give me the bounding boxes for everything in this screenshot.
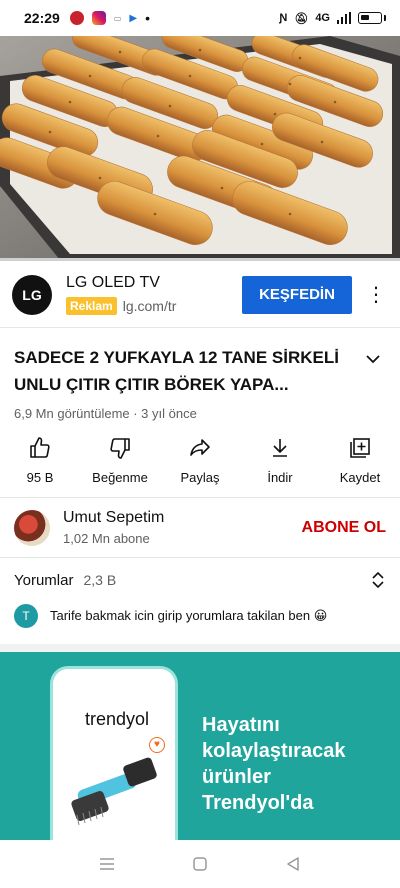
- pinterest-icon: [69, 11, 84, 25]
- ad-advertiser-name: LG OLED TV: [66, 274, 160, 291]
- video-info: SADECE 2 YUFKAYLA 12 TANE SİRKELİ UNLU Ç…: [14, 344, 386, 421]
- download-label: İndir: [267, 470, 293, 485]
- promo-headline: Hayatını kolaylaştıracak ürünler Trendyo…: [202, 714, 346, 814]
- app-notification-icon: ▭: [113, 13, 122, 23]
- battery-icon: [358, 12, 382, 24]
- save-button[interactable]: Kaydet: [320, 432, 400, 497]
- channel-row[interactable]: Umut Sepetim 1,02 Mn abone ABONE OL: [0, 498, 400, 558]
- dot-icon: •: [145, 10, 150, 26]
- channel-avatar[interactable]: [14, 509, 50, 546]
- menu-icon[interactable]: [98, 855, 116, 873]
- heart-icon: ♥: [149, 737, 165, 753]
- comments-section[interactable]: Yorumlar 2,3 B T Tarife bakmak icin giri…: [0, 558, 400, 644]
- instagram-icon: [91, 11, 106, 25]
- status-bar: 22:29 ▭ ▶ • Ɲ 🔕︎ 4G: [0, 0, 400, 36]
- comment-avatar: T: [14, 604, 38, 628]
- system-nav-bar: [0, 840, 400, 888]
- action-bar: 95 B Beğenme Paylaş İndir Kaydet: [0, 432, 400, 498]
- channel-name[interactable]: Umut Sepetim: [63, 509, 302, 527]
- subscribe-button[interactable]: ABONE OL: [302, 519, 386, 537]
- video-meta: 6,9 Mn görüntüleme · 3 yıl önce: [14, 406, 197, 421]
- thumbs-down-icon: [110, 438, 130, 459]
- video-player[interactable]: [0, 36, 400, 260]
- download-icon: [273, 439, 287, 457]
- status-time: 22:29: [24, 10, 60, 26]
- dislike-button[interactable]: Beğenme: [80, 432, 160, 497]
- video-title[interactable]: SADECE 2 YUFKAYLA 12 TANE SİRKELİ UNLU Ç…: [14, 344, 344, 398]
- ad-domain: lg.com/tr: [122, 298, 177, 314]
- comments-label: Yorumlar: [14, 571, 74, 589]
- system-status-icons: Ɲ 🔕︎ 4G: [279, 12, 386, 25]
- trendyol-logo: trendyol: [84, 709, 150, 729]
- mute-icon: 🔕︎: [294, 12, 309, 25]
- nfc-icon: Ɲ: [279, 12, 288, 24]
- signal-icon: [337, 12, 351, 24]
- advertiser-logo: LG: [12, 274, 52, 315]
- comment-text: Tarife bakmak icin girip yorumlara takil…: [50, 608, 328, 623]
- top-comment[interactable]: T Tarife bakmak icin girip yorumlara tak…: [14, 604, 386, 628]
- comments-count: 2,3 B: [83, 572, 117, 588]
- like-button[interactable]: 95 B: [0, 432, 80, 497]
- notification-icons: ▭ ▶ •: [69, 10, 150, 26]
- share-label: Paylaş: [180, 470, 220, 485]
- video-progress-bar[interactable]: [0, 258, 400, 261]
- ad-badge: Reklam: [66, 297, 117, 315]
- more-options-icon[interactable]: ⋮: [364, 285, 388, 305]
- save-label: Kaydet: [339, 470, 381, 485]
- ad-cta-button[interactable]: KEŞFEDİN: [242, 275, 352, 314]
- dislike-label: Beğenme: [92, 470, 148, 485]
- phone-mockup: trendyol ♥: [50, 666, 178, 840]
- chevron-down-icon[interactable]: [364, 350, 382, 368]
- home-icon[interactable]: [191, 855, 209, 873]
- subscriber-count: 1,02 Mn abone: [63, 531, 150, 546]
- ad-banner[interactable]: LG LG OLED TV Reklam lg.com/tr KEŞFEDİN …: [0, 262, 400, 328]
- expand-collapse-icon[interactable]: [370, 571, 386, 589]
- share-button[interactable]: Paylaş: [160, 432, 240, 497]
- section-divider: [0, 644, 400, 652]
- video-thumbnail-pastries: [0, 36, 400, 260]
- back-icon[interactable]: [284, 855, 302, 873]
- promo-banner[interactable]: trendyol ♥ Hayatını kolaylaştıracak ürün…: [0, 652, 400, 840]
- download-button[interactable]: İndir: [240, 432, 320, 497]
- ad-text: LG OLED TV Reklam lg.com/tr: [66, 274, 242, 315]
- pet-brush-product-image: [71, 757, 157, 826]
- network-type-label: 4G: [315, 12, 330, 24]
- thumbs-up-icon: [30, 437, 50, 458]
- share-icon: [190, 439, 210, 456]
- like-count: 95 B: [26, 470, 54, 485]
- add-to-playlist-icon: [350, 438, 370, 458]
- play-icon: ▶: [129, 12, 138, 24]
